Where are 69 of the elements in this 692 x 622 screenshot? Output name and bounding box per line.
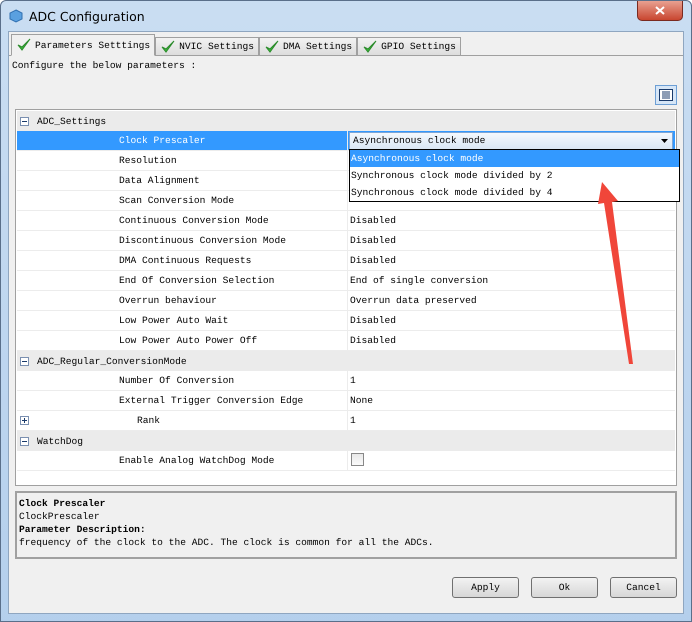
parameter-name: End Of Conversion Selection — [119, 275, 274, 286]
description-text: frequency of the clock to the ADC. The clock is common for all the ADCs. — [19, 537, 435, 548]
group-name: WatchDog — [37, 436, 84, 446]
parameter-row[interactable]: Rank 1 — [17, 411, 675, 431]
parameter-name: Continuous Conversion Mode — [119, 215, 269, 226]
checkbox[interactable] — [351, 452, 364, 466]
dropdown-field[interactable]: Asynchronous clock mode — [349, 132, 673, 150]
value-text: Disabled — [349, 255, 396, 266]
list-icon — [659, 89, 673, 101]
checkmark-icon — [362, 38, 378, 54]
value-text: None — [349, 395, 374, 406]
parameter-name: Overrun behaviour — [119, 295, 217, 306]
value-text: 1 — [349, 415, 356, 426]
checkmark-icon — [160, 38, 176, 54]
dialog-button[interactable]: Cancel — [610, 577, 677, 598]
parameter-name: Scan Conversion Mode — [119, 195, 234, 206]
parameter-row[interactable]: DMA Continuous Requests Disabled — [17, 251, 675, 271]
parameter-row[interactable]: Enable Analog WatchDog Mode — [17, 451, 675, 471]
value-text: End of single conversion — [349, 275, 488, 286]
value-text: Disabled — [349, 315, 396, 326]
close-icon — [655, 6, 665, 15]
collapse-icon[interactable] — [20, 116, 29, 126]
cube-icon — [9, 9, 23, 23]
parameter-name: Resolution — [119, 155, 177, 166]
close-button[interactable] — [637, 1, 683, 21]
parameter-name: Low Power Auto Power Off — [119, 335, 258, 346]
description-title: Clock Prescaler — [19, 498, 106, 509]
parameter-row[interactable]: Low Power Auto Wait Disabled — [17, 311, 675, 331]
value-text: 1 — [349, 375, 356, 386]
collapse-icon[interactable] — [20, 356, 29, 366]
tab[interactable]: Parameters Setttings — [11, 34, 156, 56]
dialog-button[interactable]: Apply — [452, 577, 519, 598]
collapse-icon[interactable] — [20, 436, 29, 446]
parameter-row[interactable]: Continuous Conversion Mode Disabled — [17, 211, 675, 231]
caret-icon — [661, 138, 668, 142]
checkmark-icon — [16, 37, 32, 53]
parameter-name: Rank — [137, 415, 160, 426]
parameter-name: Low Power Auto Wait — [119, 315, 228, 326]
group-name: ADC_Settings — [37, 116, 106, 126]
dialog-button[interactable]: Ok — [531, 577, 598, 598]
parameter-row[interactable]: External Trigger Conversion Edge None — [17, 391, 675, 411]
parameter-row[interactable]: Number Of Conversion 1 — [17, 371, 675, 391]
value-text: Overrun data preserved — [349, 295, 477, 306]
parameter-row[interactable]: End Of Conversion Selection End of single conversion — [17, 271, 675, 291]
expand-icon[interactable] — [20, 416, 29, 425]
parameter-name: Discontinuous Conversion Mode — [119, 235, 286, 246]
checkmark-icon — [264, 38, 280, 54]
value-text: Disabled — [349, 235, 396, 246]
parameter-row[interactable]: Overrun behaviour Overrun data preserved — [17, 291, 675, 311]
parameter-name: DMA Continuous Requests — [119, 255, 252, 266]
tab[interactable]: NVIC Settings — [155, 37, 259, 56]
parameter-name: Number Of Conversion — [119, 375, 234, 386]
parameter-name: Data Alignment — [119, 175, 200, 186]
tab[interactable]: DMA Settings — [259, 37, 358, 56]
value-text: Disabled — [349, 215, 396, 226]
list-view-button[interactable] — [655, 85, 677, 105]
selected-row[interactable]: Clock Prescaler Asynchronous clock mode — [17, 131, 675, 151]
window-title: ADC Configuration — [29, 8, 145, 24]
value-text: Disabled — [349, 335, 396, 346]
description-heading: Parameter Description: — [19, 524, 147, 535]
parameter-id: ClockPrescaler — [19, 511, 101, 522]
parameter-name: Clock Prescaler — [119, 135, 206, 146]
parameter-name: External Trigger Conversion Edge — [119, 395, 304, 406]
parameter-row[interactable]: Low Power Auto Power Off Disabled — [17, 331, 675, 351]
group-name: ADC_Regular_ConversionMode — [37, 356, 187, 366]
intro-text: Configure the below parameters : — [11, 59, 198, 73]
parameter-row[interactable]: Discontinuous Conversion Mode Disabled — [17, 231, 675, 251]
parameter-name: Enable Analog WatchDog Mode — [119, 455, 274, 466]
tab[interactable]: GPIO Settings — [357, 37, 461, 56]
